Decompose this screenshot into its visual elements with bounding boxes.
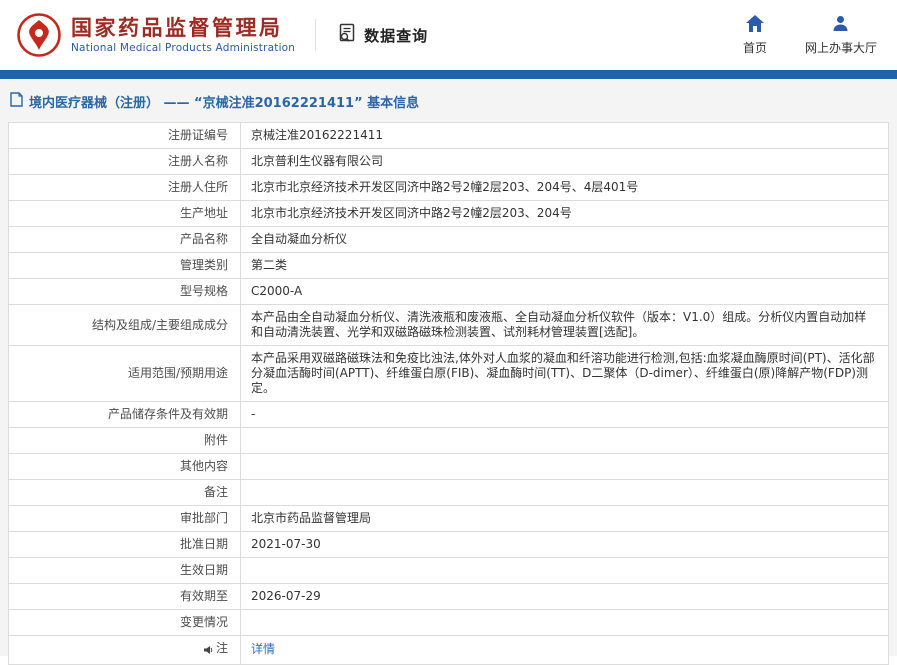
- note-label-cell: 注: [8, 635, 241, 665]
- section-title: 数据查询: [364, 26, 429, 45]
- main-content: 境内医疗器械（注册） —— “京械注准20162221411” 基本信息 注册证…: [0, 79, 897, 665]
- table-row: 有效期至 2026-07-29: [8, 583, 889, 610]
- table-row: 注册人名称 北京普利生仪器有限公司: [8, 148, 889, 175]
- field-label: 产品储存条件及有效期: [8, 401, 241, 428]
- data-query-icon: [336, 22, 358, 48]
- table-row: 适用范围/预期用途 本产品采用双磁路磁珠法和免疫比浊法,体外对人血浆的凝血和纤溶…: [8, 345, 889, 402]
- table-row: 型号规格 C2000-A: [8, 278, 889, 305]
- field-label: 生产地址: [8, 200, 241, 227]
- field-label: 结构及组成/主要组成成分: [8, 304, 241, 346]
- field-label: 产品名称: [8, 226, 241, 253]
- detail-link[interactable]: 详情: [251, 642, 275, 656]
- field-value: 本产品由全自动凝血分析仪、清洗液瓶和废液瓶、全自动凝血分析仪软件（版本：V1.0…: [240, 304, 889, 346]
- field-label: 备注: [8, 479, 241, 506]
- field-label: 注册人名称: [8, 148, 241, 175]
- field-value: 2026-07-29: [240, 583, 889, 610]
- table-row: 其他内容: [8, 453, 889, 480]
- nav-hall-label: 网上办事大厅: [804, 40, 877, 55]
- field-value: 2021-07-30: [240, 531, 889, 558]
- table-row: 变更情况: [8, 609, 889, 636]
- nav-online-hall[interactable]: 网上办事大厅: [805, 15, 877, 56]
- field-label: 注册人住所: [8, 174, 241, 201]
- registration-info-table: 注册证编号 京械注准20162221411 注册人名称 北京普利生仪器有限公司 …: [8, 122, 889, 665]
- field-value: [240, 609, 889, 636]
- breadcrumb: 境内医疗器械（注册） —— “京械注准20162221411” 基本信息: [8, 90, 889, 122]
- table-row: 注册证编号 京械注准20162221411: [8, 122, 889, 149]
- user-icon: [832, 15, 849, 35]
- field-value: 北京市北京经济技术开发区同济中路2号2幢2层203、204号、4层401号: [240, 174, 889, 201]
- field-value: [240, 453, 889, 480]
- table-row: 注册人住所 北京市北京经济技术开发区同济中路2号2幢2层203、204号、4层4…: [8, 174, 889, 201]
- nav-home[interactable]: 首页: [735, 14, 775, 56]
- field-value: 详情: [240, 635, 889, 665]
- field-label: 管理类别: [8, 252, 241, 279]
- field-value: 第二类: [240, 252, 889, 279]
- field-label: 其他内容: [8, 453, 241, 480]
- nmpa-logo-block[interactable]: 国家药品监督管理局 National Medical Products Admi…: [16, 12, 295, 58]
- field-value: 北京市北京经济技术开发区同济中路2号2幢2层203、204号: [240, 200, 889, 227]
- field-value: 北京普利生仪器有限公司: [240, 148, 889, 175]
- site-subtitle: National Medical Products Administration: [71, 42, 296, 55]
- header: 国家药品监督管理局 National Medical Products Admi…: [0, 0, 897, 70]
- table-row: 附件: [8, 427, 889, 454]
- field-label: 有效期至: [8, 583, 241, 610]
- field-value: 全自动凝血分析仪: [240, 226, 889, 253]
- table-row: 产品储存条件及有效期 -: [8, 401, 889, 428]
- table-row: 批准日期 2021-07-30: [8, 531, 889, 558]
- header-divider: [315, 19, 317, 51]
- table-row: 审批部门 北京市药品监督管理局: [8, 505, 889, 532]
- note-icon: [203, 644, 213, 654]
- home-icon: [745, 14, 764, 35]
- table-row: 产品名称 全自动凝血分析仪: [8, 226, 889, 253]
- header-accent-bar: [0, 70, 897, 79]
- nav-home-label: 首页: [742, 40, 767, 55]
- table-row: 备注: [8, 479, 889, 506]
- field-label: 适用范围/预期用途: [8, 345, 241, 402]
- table-row: 结构及组成/主要组成成分 本产品由全自动凝血分析仪、清洗液瓶和废液瓶、全自动凝血…: [8, 304, 889, 346]
- field-value: 北京市药品监督管理局: [240, 505, 889, 532]
- breadcrumb-text: 境内医疗器械（注册） —— “京械注准20162221411” 基本信息: [29, 96, 420, 111]
- field-label: 变更情况: [8, 609, 241, 636]
- field-value: [240, 479, 889, 506]
- logo-text: 国家药品监督管理局 National Medical Products Admi…: [71, 16, 295, 54]
- field-value: [240, 557, 889, 584]
- field-label: 批准日期: [8, 531, 241, 558]
- field-value: 京械注准20162221411: [240, 122, 889, 149]
- table-row: 生效日期: [8, 557, 889, 584]
- header-nav: 首页 网上办事大厅: [735, 14, 877, 56]
- field-value: -: [240, 401, 889, 428]
- table-row: 注 详情: [8, 635, 889, 665]
- field-value: C2000-A: [240, 278, 889, 305]
- nmpa-emblem-icon: [16, 12, 62, 58]
- table-row: 管理类别 第二类: [8, 252, 889, 279]
- field-value: 本产品采用双磁路磁珠法和免疫比浊法,体外对人血浆的凝血和纤溶功能进行检测,包括:…: [240, 345, 889, 402]
- field-label: 审批部门: [8, 505, 241, 532]
- field-label: 型号规格: [8, 278, 241, 305]
- section-block: 数据查询: [336, 22, 428, 48]
- field-label: 生效日期: [8, 557, 241, 584]
- field-label: 附件: [8, 427, 241, 454]
- field-label: 注册证编号: [8, 122, 241, 149]
- field-label: 注: [215, 641, 228, 655]
- site-title: 国家药品监督管理局: [71, 15, 283, 40]
- table-row: 生产地址 北京市北京经济技术开发区同济中路2号2幢2层203、204号: [8, 200, 889, 227]
- document-icon: [10, 92, 23, 111]
- field-value: [240, 427, 889, 454]
